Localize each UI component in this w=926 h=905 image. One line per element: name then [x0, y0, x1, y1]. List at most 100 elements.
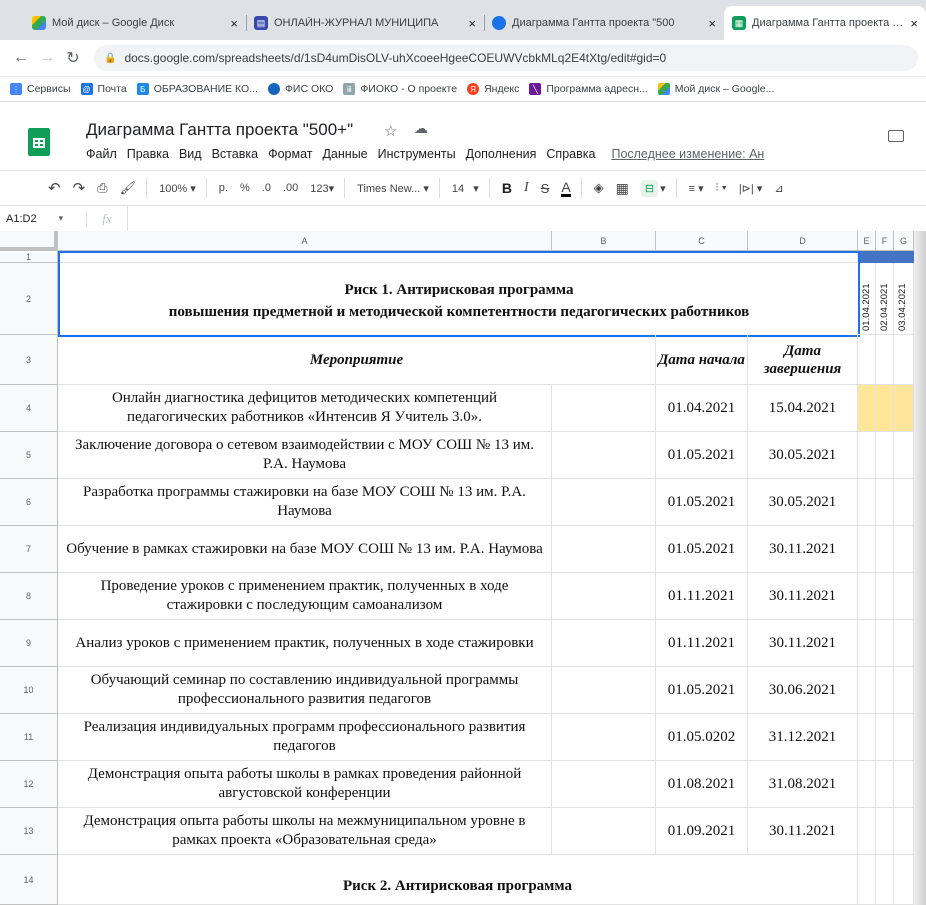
row-header-10[interactable]: 10	[0, 667, 58, 714]
paint-format-icon[interactable]: 🖌	[120, 180, 137, 196]
text-wrap-icon[interactable]: |⊳| ▾	[739, 182, 763, 195]
vertical-align-icon[interactable]: ⫶ ▾	[716, 182, 727, 195]
task-end-date-cell[interactable]: 30.11.2021	[748, 620, 858, 667]
empty-cell[interactable]	[552, 761, 656, 808]
row-header-12[interactable]: 12	[0, 761, 58, 808]
row-header-11[interactable]: 11	[0, 714, 58, 761]
gantt-cell[interactable]	[858, 714, 876, 761]
task-name-cell[interactable]: Заключение договора о сетевом взаимодейс…	[58, 432, 552, 479]
bookmark-services[interactable]: ⋮ Сервисы	[10, 83, 71, 95]
task-start-date-cell[interactable]: 01.04.2021	[656, 385, 748, 432]
star-icon[interactable]: ☆	[384, 122, 397, 140]
column-header-b[interactable]: B	[552, 231, 656, 251]
gantt-cell[interactable]	[858, 855, 876, 905]
select-all-corner[interactable]	[0, 231, 58, 251]
row-header-7[interactable]: 7	[0, 526, 58, 573]
menu-addons[interactable]: Дополнения	[466, 147, 537, 161]
task-end-date-cell[interactable]: 30.05.2021	[748, 432, 858, 479]
task-name-cell[interactable]: Реализация индивидуальных программ профе…	[58, 714, 552, 761]
gantt-cell[interactable]	[894, 479, 914, 526]
last-edit-link[interactable]: Последнее изменение: Ан	[611, 147, 764, 161]
task-name-cell[interactable]: Демонстрация опыта работы школы в рамках…	[58, 761, 552, 808]
bookmark-mail[interactable]: @ Почта	[80, 83, 127, 95]
text-rotate-icon[interactable]: ⊿	[774, 182, 783, 195]
empty-cell[interactable]	[552, 432, 656, 479]
address-bar[interactable]: 🔒 docs.google.com/spreadsheets/d/1sD4umD…	[94, 45, 918, 71]
gantt-cell[interactable]	[858, 432, 876, 479]
empty-cell[interactable]	[552, 573, 656, 620]
redo-icon[interactable]: ↷	[73, 179, 86, 197]
forward-icon[interactable]: →	[34, 49, 60, 67]
gantt-cell[interactable]	[858, 335, 876, 385]
menu-insert[interactable]: Вставка	[212, 147, 258, 161]
sheet-title2[interactable]: Риск 2. Антирисковая программа	[58, 855, 858, 905]
header-event[interactable]: Мероприятие	[58, 335, 656, 385]
gantt-cell[interactable]	[876, 714, 894, 761]
task-start-date-cell[interactable]: 01.05.2021	[656, 432, 748, 479]
task-name-cell[interactable]: Обучение в рамках стажировки на базе МОУ…	[58, 526, 552, 573]
selected-title-range[interactable]: Риск 1. Антирисковая программа повышения…	[58, 251, 860, 337]
task-start-date-cell[interactable]: 01.05.2021	[656, 526, 748, 573]
gantt-cell[interactable]	[858, 667, 876, 714]
task-end-date-cell[interactable]: 31.12.2021	[748, 714, 858, 761]
gantt-cell[interactable]	[894, 667, 914, 714]
font-size-select[interactable]: 14 ▾	[452, 182, 479, 195]
gantt-cell[interactable]	[876, 335, 894, 385]
column-header-a[interactable]: A	[58, 231, 552, 251]
merge-cells-icon[interactable]: ⊟	[640, 179, 659, 197]
task-end-date-cell[interactable]: 30.11.2021	[748, 526, 858, 573]
empty-cell[interactable]	[552, 385, 656, 432]
task-name-cell[interactable]: Проведение уроков с применением практик,…	[58, 573, 552, 620]
gantt-cell[interactable]	[894, 808, 914, 855]
bookmark-fis-oko[interactable]: ФИС ОКО	[267, 83, 333, 95]
task-start-date-cell[interactable]: 01.09.2021	[656, 808, 748, 855]
gantt-cell[interactable]	[858, 808, 876, 855]
name-box[interactable]: A1:D2 ▾	[0, 213, 86, 225]
task-name-cell[interactable]: Анализ уроков с применением практик, пол…	[58, 620, 552, 667]
comment-icon[interactable]	[888, 130, 904, 142]
row-header-5[interactable]: 5	[0, 432, 58, 479]
horizontal-align-icon[interactable]: ≡ ▾	[689, 182, 704, 195]
task-start-date-cell[interactable]: 01.11.2021	[656, 573, 748, 620]
row-header-14[interactable]: 14	[0, 855, 58, 905]
menu-view[interactable]: Вид	[179, 147, 202, 161]
column-header-c[interactable]: C	[656, 231, 748, 251]
task-name-cell[interactable]: Демонстрация опыта работы школы на межму…	[58, 808, 552, 855]
row-header-9[interactable]: 9	[0, 620, 58, 667]
task-end-date-cell[interactable]: 31.08.2021	[748, 761, 858, 808]
browser-tab-journal[interactable]: ▤ ОНЛАЙН-ЖУРНАЛ МУНИЦИПА ×	[246, 6, 484, 40]
gantt-cell[interactable]	[894, 526, 914, 573]
task-end-date-cell[interactable]: 30.11.2021	[748, 808, 858, 855]
menu-data[interactable]: Данные	[322, 147, 367, 161]
menu-tools[interactable]: Инструменты	[378, 147, 456, 161]
task-start-date-cell[interactable]: 01.05.2021	[656, 479, 748, 526]
bookmark-drive[interactable]: Мой диск – Google...	[657, 83, 774, 95]
gantt-cell[interactable]	[894, 714, 914, 761]
close-icon[interactable]: ×	[910, 16, 918, 31]
gantt-bar-cell[interactable]	[894, 385, 914, 432]
empty-cell[interactable]	[552, 526, 656, 573]
gantt-bar-cell[interactable]	[858, 385, 876, 432]
empty-cell[interactable]	[552, 620, 656, 667]
task-end-date-cell[interactable]: 30.06.2021	[748, 667, 858, 714]
browser-tab-gantt-active[interactable]: ▦ Диаграмма Гантта проекта "500 ×	[724, 6, 926, 40]
gantt-date-header[interactable]: 03.04.2021	[894, 263, 914, 335]
row-header-3[interactable]: 3	[0, 335, 58, 385]
number-format-select[interactable]: 123▾	[310, 182, 334, 195]
gantt-cell[interactable]	[858, 620, 876, 667]
task-start-date-cell[interactable]: 01.05.2021	[656, 667, 748, 714]
column-header-e[interactable]: E	[858, 231, 876, 251]
font-select[interactable]: Times New... ▾	[357, 182, 429, 195]
row-header-13[interactable]: 13	[0, 808, 58, 855]
strikethrough-icon[interactable]: S	[541, 181, 550, 196]
gantt-cell[interactable]	[876, 667, 894, 714]
gantt-cell[interactable]	[876, 808, 894, 855]
gantt-cell[interactable]	[858, 479, 876, 526]
bold-icon[interactable]: B	[502, 180, 512, 196]
gantt-bar-cell[interactable]	[876, 385, 894, 432]
zoom-select[interactable]: 100% ▾	[159, 182, 196, 195]
gantt-cell[interactable]	[858, 573, 876, 620]
gantt-cell[interactable]	[894, 761, 914, 808]
reload-icon[interactable]: ↻	[60, 48, 86, 68]
browser-tab-drive[interactable]: Мой диск – Google Диск ×	[24, 6, 246, 40]
